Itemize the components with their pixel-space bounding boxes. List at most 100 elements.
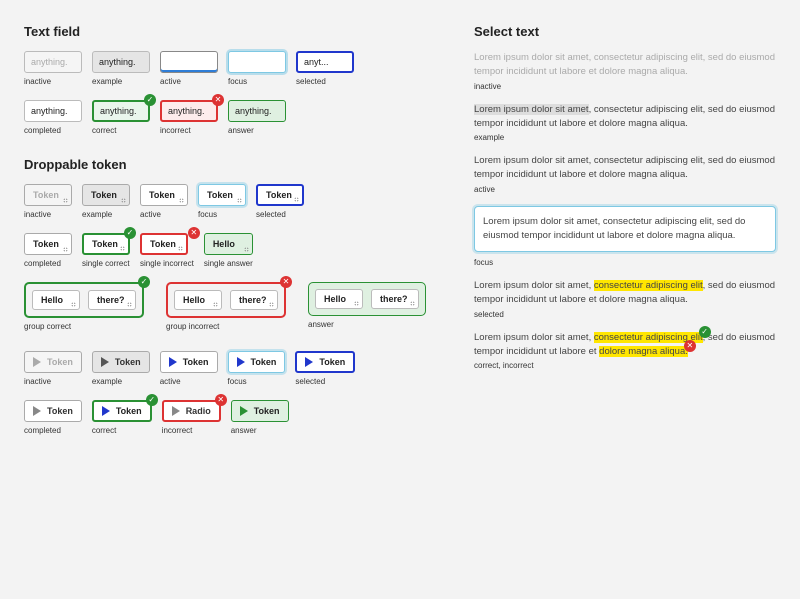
play-token-focus[interactable]: Token (228, 351, 286, 373)
grip-icon (354, 301, 359, 306)
token-there[interactable]: there? (88, 290, 136, 310)
textfield-selected[interactable]: anyt... (296, 51, 354, 73)
token-focus[interactable]: Token (198, 184, 246, 206)
selecttext-selected[interactable]: Lorem ipsum dolor sit amet, consectetur … (474, 279, 776, 308)
label-correct: correct (92, 426, 152, 435)
play-icon (240, 406, 248, 416)
label-incorrect: incorrect (162, 426, 221, 435)
play-icon (102, 406, 110, 416)
token-hello[interactable]: Hello (174, 290, 222, 310)
grip-icon (179, 198, 184, 203)
label-group-correct: group correct (24, 322, 144, 331)
token-single-incorrect[interactable]: Token (140, 233, 188, 255)
token-group-answer[interactable]: Hello there? (308, 282, 426, 316)
token-active[interactable]: Token (140, 184, 188, 206)
section-selecttext-title: Select text (474, 24, 776, 39)
label-example: example (92, 77, 150, 86)
play-icon (33, 357, 41, 367)
play-icon (169, 357, 177, 367)
grip-icon (269, 302, 274, 307)
textfield-inactive[interactable]: anything. (24, 51, 82, 73)
grip-icon (121, 198, 126, 203)
grip-icon (213, 302, 218, 307)
play-token-incorrect[interactable]: Radio (162, 400, 221, 422)
play-token-selected[interactable]: Token (295, 351, 355, 373)
label-active: active (140, 210, 188, 219)
label-single-incorrect: single incorrect (140, 259, 194, 268)
selecttext-correct-incorrect[interactable]: Lorem ipsum dolor sit amet, consectetur … (474, 331, 776, 360)
token-single-answer[interactable]: Hello (204, 233, 253, 255)
textfield-correct[interactable]: anything. (92, 100, 150, 122)
label-selected: selected (295, 377, 355, 386)
grip-icon (294, 197, 299, 202)
label-completed: completed (24, 259, 72, 268)
label-answer: answer (228, 126, 286, 135)
grip-icon (127, 302, 132, 307)
grip-icon (244, 247, 249, 252)
label-inactive: inactive (474, 82, 776, 91)
label-incorrect: incorrect (160, 126, 218, 135)
section-droppable-title: Droppable token (24, 157, 444, 172)
label-selected: selected (474, 310, 776, 319)
play-token-active[interactable]: Token (160, 351, 218, 373)
cross-icon: ✕ (280, 276, 292, 288)
play-icon (305, 357, 313, 367)
textfield-incorrect[interactable]: anything. (160, 100, 218, 122)
grip-icon (63, 198, 68, 203)
play-token-example[interactable]: Token (92, 351, 150, 373)
section-textfield-title: Text field (24, 24, 444, 39)
play-token-inactive[interactable]: Token (24, 351, 82, 373)
cross-icon: ✕ (188, 227, 200, 239)
label-example: example (474, 133, 776, 142)
selecttext-active[interactable]: Lorem ipsum dolor sit amet, consectetur … (474, 154, 776, 183)
token-single-correct[interactable]: Token (82, 233, 130, 255)
label-completed: completed (24, 426, 82, 435)
token-inactive[interactable]: Token (24, 184, 72, 206)
token-group-incorrect[interactable]: Hello there? (166, 282, 286, 318)
cross-icon: ✕ (212, 94, 224, 106)
token-selected[interactable]: Token (256, 184, 304, 206)
label-single-correct: single correct (82, 259, 130, 268)
check-icon: ✓ (138, 276, 150, 288)
label-active: active (474, 185, 776, 194)
check-icon: ✓ (124, 227, 136, 239)
check-icon: ✓ (699, 326, 711, 338)
label-active: active (160, 377, 218, 386)
check-icon: ✓ (144, 94, 156, 106)
grip-icon (410, 301, 415, 306)
cross-icon: ✕ (684, 340, 696, 352)
play-icon (237, 357, 245, 367)
token-completed[interactable]: Token (24, 233, 72, 255)
token-there[interactable]: there? (371, 289, 419, 309)
token-group-correct[interactable]: Hello there? (24, 282, 144, 318)
label-selected: selected (296, 77, 354, 86)
play-token-answer[interactable]: Token (231, 400, 289, 422)
textfield-focus[interactable] (228, 51, 286, 73)
grip-icon (178, 246, 183, 251)
label-completed: completed (24, 126, 82, 135)
textfield-example[interactable]: anything. (92, 51, 150, 73)
play-token-completed[interactable]: Token (24, 400, 82, 422)
label-example: example (92, 377, 150, 386)
label-answer: answer (308, 320, 426, 329)
label-inactive: inactive (24, 377, 82, 386)
label-selected: selected (256, 210, 304, 219)
token-example[interactable]: Token (82, 184, 130, 206)
selecttext-example[interactable]: Lorem ipsum dolor sit amet, consectetur … (474, 103, 776, 132)
label-focus: focus (474, 258, 776, 267)
textfield-active[interactable] (160, 51, 218, 73)
token-there[interactable]: there? (230, 290, 278, 310)
label-active: active (160, 77, 218, 86)
play-token-correct[interactable]: Token (92, 400, 152, 422)
token-hello[interactable]: Hello (32, 290, 80, 310)
selecttext-focus[interactable]: Lorem ipsum dolor sit amet, consectetur … (474, 206, 776, 253)
label-focus: focus (198, 210, 246, 219)
label-group-incorrect: group incorrect (166, 322, 286, 331)
textfield-answer[interactable]: anything. (228, 100, 286, 122)
check-icon: ✓ (146, 394, 158, 406)
label-single-answer: single answer (204, 259, 253, 268)
label-inactive: inactive (24, 210, 72, 219)
grip-icon (71, 302, 76, 307)
textfield-completed[interactable]: anything. (24, 100, 82, 122)
token-hello[interactable]: Hello (315, 289, 363, 309)
